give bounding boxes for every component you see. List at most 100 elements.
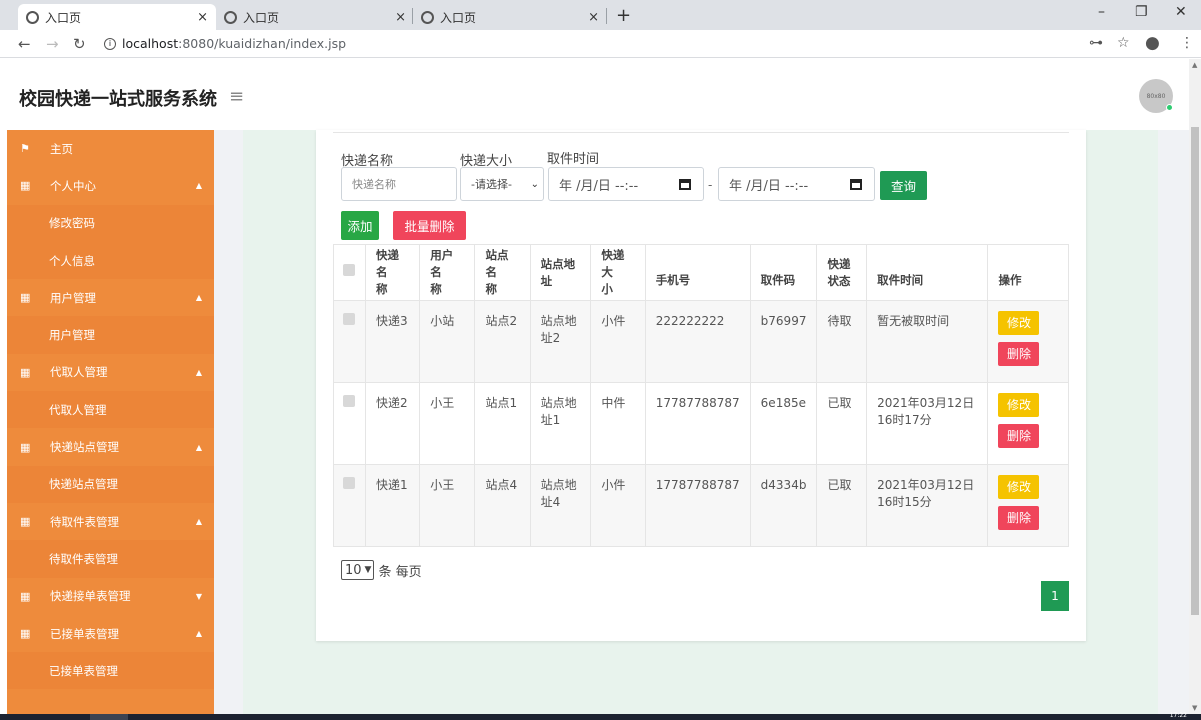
taskbar: 17:22 (0, 712, 1201, 720)
row-checkbox[interactable] (343, 395, 355, 407)
address-bar: ← → ↻ i localhost :8080/kuaidizhan/index… (0, 30, 1201, 58)
scroll-up-icon[interactable]: ▲ (1192, 61, 1197, 69)
sidebar-item-label: 已接单表管理 (50, 626, 119, 641)
table-row[interactable]: 快递1 小王 站点4 站点地 址4 小件 17787788787 d4334b 已取 2021年0… (333, 464, 1069, 547)
avatar[interactable]: 80x80 (1139, 79, 1173, 113)
query-button[interactable]: 查询 (880, 171, 927, 200)
end-time-input[interactable]: 年 /月/日 --:-- (718, 167, 875, 201)
sidebar-item-label: 代取人管理 (49, 402, 107, 417)
browser-tab-2[interactable]: 入口页 × (216, 4, 414, 30)
key-icon[interactable]: ⊶ (1089, 35, 1103, 51)
chevron-up-icon: ▲ (195, 293, 202, 303)
tab-close-icon[interactable]: × (588, 10, 599, 25)
sidebar-item-4[interactable]: ▦ 用户管理 ▲ (7, 279, 214, 316)
cell-text: 址4 (540, 495, 561, 509)
sidebar-item-13[interactable]: ▦ 已接单表管理 ▲ (7, 615, 214, 652)
delete-button[interactable]: 删除 (998, 506, 1040, 530)
browser-menu-icon[interactable]: ⋮ (1180, 35, 1194, 51)
table-row[interactable]: 快递2 小王 站点1 站点地 址1 中件 17787788787 6e185e 已取 2021年0… (333, 382, 1069, 465)
calendar-icon[interactable] (679, 178, 691, 190)
edit-button[interactable]: 修改 (998, 311, 1040, 335)
page-button-1[interactable]: 1 (1041, 581, 1069, 611)
minimize-button[interactable]: – (1098, 4, 1105, 20)
table-header-row: 快递名称用户名称站点名称站点地址快递大小手机号 取件码 快递 状态 取件时间 操作 (333, 244, 1069, 301)
sidebar-item-14[interactable]: 已接单表管理 (7, 652, 214, 690)
calendar-icon[interactable] (850, 178, 862, 190)
sidebar-item-12[interactable]: ▦ 快递接单表管理 ▼ (7, 578, 214, 615)
column-header[interactable]: 取件码 (749, 244, 818, 301)
column-header-text: 手机号 (655, 273, 691, 287)
sidebar-item-7[interactable]: 代取人管理 (7, 391, 214, 429)
select-all-checkbox[interactable] (343, 264, 355, 276)
profile-icon[interactable]: ● (1145, 33, 1160, 53)
cell-text: 站点地 (540, 478, 577, 492)
cell-text: 站点地 (540, 396, 577, 410)
tab-close-icon[interactable]: × (395, 10, 406, 25)
column-header[interactable]: 用户名称 (419, 244, 476, 301)
name-filter-input[interactable]: 快递名称 (341, 167, 457, 201)
close-window-button[interactable]: ✕ (1175, 4, 1187, 20)
divider (333, 132, 1069, 133)
sidebar-item-8[interactable]: ▦ 快递站点管理 ▲ (7, 428, 214, 465)
add-button[interactable]: 添加 (341, 211, 379, 240)
sidebar-item-1[interactable]: ▦ 个人中心 ▲ (7, 167, 214, 204)
grid-icon: ▦ (20, 627, 31, 640)
sidebar-item-9[interactable]: 快递站点管理 (7, 465, 214, 503)
browser-tab-1[interactable]: 入口页 × (18, 4, 216, 30)
scrollbar-thumb[interactable] (1191, 127, 1199, 615)
page-size-select[interactable]: 10 ▼ (341, 560, 375, 580)
sidebar-item-3[interactable]: 个人信息 (7, 241, 214, 280)
grid-icon: ▦ (20, 440, 31, 454)
bookmark-star-icon[interactable]: ☆ (1117, 35, 1130, 51)
sidebar-item-6[interactable]: ▦ 代取人管理 ▲ (7, 354, 214, 391)
sidebar-item-2[interactable]: 修改密码 (7, 204, 214, 242)
new-tab-button[interactable]: + (616, 5, 631, 26)
delete-button[interactable]: 删除 (998, 342, 1040, 366)
size-filter-select[interactable]: -请选择- ⌄ (460, 167, 544, 201)
chevron-up-icon: ▲ (195, 181, 202, 191)
table-cell: 小件 (590, 464, 646, 547)
column-header[interactable]: 快递 状态 (816, 244, 868, 301)
table-body: 快递3 小站 站点2 站点地 址2 小件 222222222 b76997 待取 暂无被取时间 修改… (333, 300, 1069, 547)
url-path: :8080/kuaidizhan/index.jsp (178, 36, 347, 51)
select-all-cell (333, 244, 366, 301)
column-header[interactable]: 取件时间 (866, 244, 989, 301)
batch-delete-button[interactable]: 批量删除 (393, 211, 466, 240)
edit-button[interactable]: 修改 (998, 475, 1040, 499)
forward-arrow-icon[interactable]: → (46, 35, 59, 53)
column-header-text: 小 (601, 282, 613, 296)
start-time-input[interactable]: 年 /月/日 --:-- (548, 167, 704, 201)
column-header[interactable]: 站点地址 (529, 244, 592, 301)
table-cell: 小王 (419, 382, 476, 465)
column-header[interactable]: 快递大小 (590, 244, 646, 301)
delete-button[interactable]: 删除 (998, 424, 1040, 448)
column-header[interactable]: 快递名称 (364, 244, 421, 301)
menu-toggle-icon[interactable]: ≡ (229, 86, 244, 107)
sidebar-item-5[interactable]: 用户管理 (7, 316, 214, 354)
sidebar-item-11[interactable]: 待取件表管理 (7, 540, 214, 578)
browser-tab-3[interactable]: 入口页 × (413, 4, 607, 30)
column-header[interactable]: 手机号 (644, 244, 751, 301)
back-arrow-icon[interactable]: ← (18, 35, 31, 53)
maximize-button[interactable]: ❐ (1135, 4, 1148, 20)
taskbar-active-app[interactable] (90, 714, 128, 720)
reload-icon[interactable]: ↻ (73, 35, 86, 53)
info-icon[interactable]: i (104, 37, 116, 50)
url-field[interactable]: i localhost :8080/kuaidizhan/index.jsp (104, 36, 346, 51)
table-row[interactable]: 快递3 小站 站点2 站点地 址2 小件 222222222 b76997 待取 暂无被取时间 修改… (333, 300, 1069, 383)
table-cell: 中件 (590, 382, 646, 465)
edit-button[interactable]: 修改 (998, 393, 1040, 417)
table-cell: 站点地址4 (529, 464, 592, 547)
chevron-up-icon: ▲ (195, 517, 202, 527)
tab-close-icon[interactable]: × (197, 10, 208, 25)
sidebar-item-10[interactable]: ▦ 待取件表管理 ▲ (7, 503, 214, 540)
row-checkbox[interactable] (343, 313, 355, 325)
column-header[interactable]: 操作 (987, 244, 1069, 301)
row-checkbox[interactable] (343, 477, 355, 489)
column-header-text: 称 (376, 282, 388, 296)
sidebar-item-label: 快递站点管理 (50, 440, 119, 455)
column-header[interactable]: 站点名称 (474, 244, 531, 301)
scroll-down-icon[interactable]: ▼ (1192, 704, 1197, 712)
vertical-scrollbar[interactable]: ▲ ▼ (1189, 59, 1201, 714)
sidebar-item-0[interactable]: ⚑ 主页 (7, 130, 214, 167)
